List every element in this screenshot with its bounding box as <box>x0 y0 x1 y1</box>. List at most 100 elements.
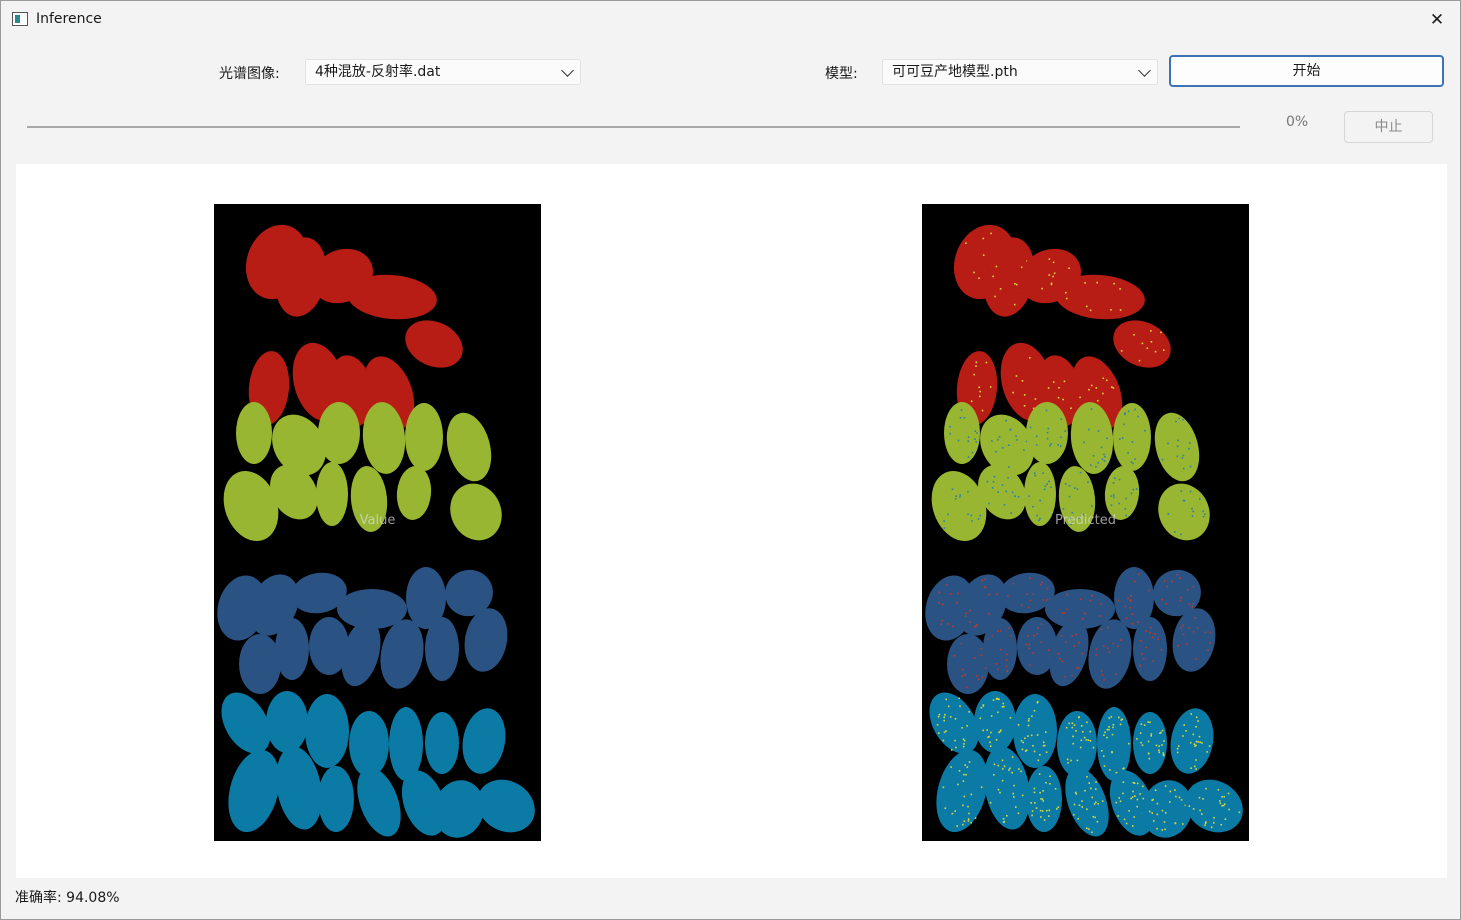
prediction-noise-pixel <box>1223 796 1225 798</box>
image-display-area: Value Predicted <box>16 164 1447 878</box>
prediction-noise-pixel <box>1068 485 1071 487</box>
prediction-noise-pixel <box>1111 733 1114 736</box>
prediction-noise-pixel <box>1124 413 1126 416</box>
model-value: 可可豆产地模型.pth <box>892 64 1018 80</box>
prediction-noise-pixel <box>958 770 961 772</box>
prediction-noise-pixel <box>1048 480 1050 483</box>
prediction-noise-pixel <box>992 481 995 483</box>
prediction-noise-pixel <box>1041 810 1044 812</box>
seed-blob <box>446 412 492 482</box>
prediction-noise-pixel <box>1025 643 1027 646</box>
prediction-noise-pixel <box>1142 797 1145 800</box>
model-select[interactable]: 可可豆产地模型.pth <box>882 59 1158 85</box>
prediction-noise-pixel <box>1132 462 1134 465</box>
ground-truth-caption: Value <box>359 513 396 528</box>
seed-blob <box>405 320 463 368</box>
prediction-noise-pixel <box>1095 648 1098 650</box>
prediction-noise-pixel <box>1029 426 1032 429</box>
prediction-noise-pixel <box>1117 645 1119 648</box>
prediction-noise-pixel <box>974 656 976 659</box>
prediction-noise-pixel <box>967 436 970 438</box>
prediction-noise-pixel <box>1194 745 1196 747</box>
prediction-noise-pixel <box>1028 643 1031 646</box>
prediction-noise-pixel <box>1209 642 1211 644</box>
prediction-noise-pixel <box>1139 732 1142 734</box>
prediction-noise-pixel <box>963 773 965 776</box>
prediction-noise-pixel <box>994 295 996 298</box>
prediction-noise-pixel <box>1163 349 1165 351</box>
prediction-noise-pixel <box>1158 751 1160 754</box>
start-button[interactable]: 开始 <box>1169 55 1444 87</box>
prediction-noise-pixel <box>979 717 982 720</box>
prediction-noise-pixel <box>1130 797 1132 800</box>
predicted-caption: Predicted <box>1054 513 1117 528</box>
prediction-noise-pixel <box>982 729 984 732</box>
prediction-noise-pixel <box>1197 741 1199 743</box>
window-title: Inference <box>36 11 102 27</box>
prediction-noise-pixel <box>1074 791 1077 794</box>
prediction-noise-pixel <box>1040 798 1042 800</box>
prediction-noise-pixel <box>955 495 957 497</box>
spectral-image-select[interactable]: 4种混放-反射率.dat <box>305 59 581 85</box>
prediction-noise-pixel <box>964 615 967 617</box>
close-button[interactable]: ✕ <box>1414 1 1460 39</box>
prediction-noise-pixel <box>969 621 971 623</box>
prediction-noise-pixel <box>965 612 968 615</box>
prediction-noise-pixel <box>1058 387 1060 389</box>
seed-blob <box>1097 707 1131 781</box>
prediction-noise-pixel <box>1001 447 1004 449</box>
prediction-noise-pixel <box>961 727 963 729</box>
prediction-noise-pixel <box>1091 796 1093 799</box>
prediction-noise-pixel <box>1086 721 1088 724</box>
prediction-noise-pixel <box>982 237 985 240</box>
prediction-noise-pixel <box>1106 728 1109 731</box>
prediction-noise-pixel <box>1034 398 1037 400</box>
prediction-noise-pixel <box>1028 495 1030 497</box>
ground-truth-image: Value <box>214 204 541 841</box>
prediction-noise-pixel <box>1093 803 1096 805</box>
prediction-noise-pixel <box>1132 781 1135 784</box>
prediction-noise-pixel <box>963 795 966 798</box>
prediction-noise-pixel <box>1081 800 1083 802</box>
seed-blob <box>1013 694 1057 768</box>
prediction-noise-pixel <box>1057 806 1060 808</box>
prediction-noise-pixel <box>1070 407 1072 409</box>
prediction-noise-pixel <box>1080 739 1083 742</box>
prediction-noise-pixel <box>967 456 970 458</box>
seed-blob <box>318 402 360 464</box>
prediction-noise-pixel <box>1119 438 1121 440</box>
prediction-noise-pixel <box>1156 813 1159 816</box>
prediction-noise-pixel <box>1169 790 1172 793</box>
prediction-noise-pixel <box>970 793 973 796</box>
prediction-noise-pixel <box>979 395 981 398</box>
prediction-noise-pixel <box>1151 812 1153 814</box>
prediction-noise-pixel <box>1011 491 1014 494</box>
prediction-noise-pixel <box>1156 827 1158 830</box>
prediction-noise-pixel <box>1131 796 1134 798</box>
prediction-noise-pixel <box>949 716 952 718</box>
prediction-noise-pixel <box>962 823 964 826</box>
prediction-noise-pixel <box>1188 447 1190 450</box>
prediction-noise-pixel <box>1191 507 1193 510</box>
spectral-image-value: 4种混放-反射率.dat <box>315 64 441 80</box>
prediction-noise-pixel <box>1190 713 1192 715</box>
prediction-noise-pixel <box>1073 813 1075 816</box>
prediction-noise-pixel <box>1079 746 1082 749</box>
prediction-noise-pixel <box>1202 510 1204 513</box>
stop-button[interactable]: 中止 <box>1344 111 1433 143</box>
prediction-noise-pixel <box>1033 709 1036 712</box>
prediction-noise-pixel <box>1021 748 1024 751</box>
prediction-noise-pixel <box>1059 658 1062 660</box>
prediction-noise-pixel <box>1037 701 1039 703</box>
prediction-noise-pixel <box>1042 472 1044 474</box>
prediction-noise-pixel <box>988 735 990 738</box>
prediction-noise-pixel <box>1041 798 1044 801</box>
prediction-noise-pixel <box>1186 589 1189 591</box>
prediction-noise-pixel <box>1034 802 1036 804</box>
prediction-noise-pixel <box>984 578 986 581</box>
prediction-noise-pixel <box>1120 719 1122 721</box>
prediction-noise-pixel <box>1011 771 1013 774</box>
prediction-noise-pixel <box>995 739 998 741</box>
prediction-noise-pixel <box>1166 585 1169 588</box>
prediction-noise-pixel <box>943 731 946 734</box>
